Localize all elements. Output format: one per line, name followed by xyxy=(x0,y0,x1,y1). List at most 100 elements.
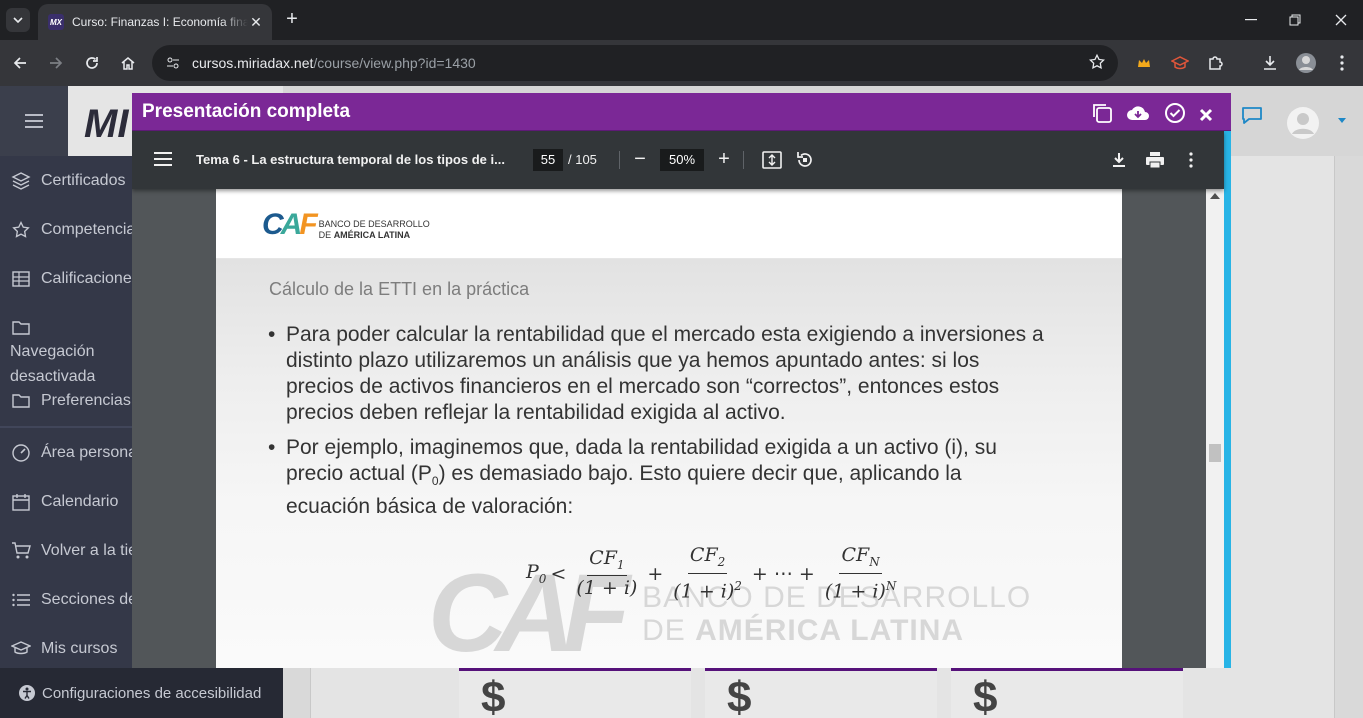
logo-line1: BANCO DE DESARROLLO xyxy=(318,219,430,229)
forward-button[interactable] xyxy=(44,51,68,75)
pdf-more-icon[interactable] xyxy=(1179,148,1203,172)
home-icon xyxy=(121,57,135,70)
address-bar[interactable]: cursos.miriadax.net/course/view.php?id=1… xyxy=(152,45,1118,81)
messages-icon[interactable] xyxy=(1240,104,1264,126)
check-circle-icon[interactable] xyxy=(1163,101,1187,125)
print-icon[interactable] xyxy=(1143,148,1167,172)
pdf-download-icon[interactable] xyxy=(1107,148,1131,172)
toolbar-divider xyxy=(743,151,744,169)
slide-page: CAF BANCO DE DESARROLLO DE AMÉRICA LATIN… xyxy=(216,189,1122,668)
pdf-document-title: Tema 6 - La estructura temporal de los t… xyxy=(196,152,505,167)
accessibility-icon xyxy=(19,685,35,701)
course-card[interactable]: $ xyxy=(951,668,1183,718)
sidebar-item-calificaciones[interactable]: Calificaciones xyxy=(10,268,140,290)
restore-button[interactable] xyxy=(1283,8,1307,32)
new-tab-button[interactable]: + xyxy=(280,8,304,32)
browser-tab-bar: MX Curso: Finanzas I: Economía financier… xyxy=(0,0,1363,40)
rotate-icon[interactable] xyxy=(793,148,817,172)
arrow-left-icon xyxy=(13,57,26,69)
pdf-viewer: Tema 6 - La estructura temporal de los t… xyxy=(132,131,1231,668)
cloud-download-icon[interactable] xyxy=(1126,101,1150,125)
arrow-right-icon xyxy=(50,57,63,69)
browser-tab-active[interactable]: MX Curso: Finanzas I: Economía financier… xyxy=(38,4,272,40)
toolbar-divider xyxy=(619,151,620,169)
table-icon xyxy=(10,268,32,290)
tab-title: Curso: Finanzas I: Economía financiera xyxy=(72,15,248,29)
caf-logo: CAF BANCO DE DESARROLLO DE AMÉRICA LATIN… xyxy=(262,209,430,241)
page-total: / 105 xyxy=(568,152,597,167)
watermark-line2: DE AMÉRICA LATINA xyxy=(642,614,965,647)
accessibility-settings[interactable]: Configuraciones de accesibilidad xyxy=(0,668,283,718)
course-card[interactable]: $ xyxy=(705,668,937,718)
sidebar-item-area-personal[interactable]: Área personal xyxy=(10,442,141,464)
course-card[interactable]: $ xyxy=(459,668,691,718)
star-icon xyxy=(10,219,32,241)
sidebar-item-mis-cursos[interactable]: Mis cursos xyxy=(10,638,117,660)
slide-bullet: • Para poder calcular la rentabilidad qu… xyxy=(268,322,1046,426)
restore-icon xyxy=(1289,14,1301,26)
sidebar-item-calendario[interactable]: Calendario xyxy=(10,491,118,513)
profile-avatar[interactable] xyxy=(1294,51,1318,75)
crown-extension-icon[interactable] xyxy=(1132,51,1156,75)
close-window-button[interactable] xyxy=(1329,8,1353,32)
zoom-in-button[interactable]: + xyxy=(713,148,735,172)
chevron-down-icon xyxy=(13,17,23,23)
modal-title: Presentación completa xyxy=(142,101,351,122)
hat-extension-icon[interactable] xyxy=(1168,51,1192,75)
reload-button[interactable] xyxy=(80,51,104,75)
bookmark-star-icon[interactable] xyxy=(1088,53,1106,71)
favicon: MX xyxy=(48,14,64,30)
close-icon xyxy=(1335,14,1347,26)
cart-icon xyxy=(10,540,32,562)
url-text: cursos.miriadax.net/course/view.php?id=1… xyxy=(192,55,476,71)
folder-icon xyxy=(10,390,32,412)
bullet-text: Por ejemplo, imaginemos que, dada la ren… xyxy=(286,436,997,519)
sidebar-item-preferencias[interactable]: Preferencias xyxy=(10,390,131,412)
scrollbar-thumb[interactable] xyxy=(1209,444,1221,462)
pdf-menu-icon[interactable] xyxy=(154,152,172,166)
pdf-page-area[interactable]: CAF BANCO DE DESARROLLO DE AMÉRICA LATIN… xyxy=(132,189,1206,668)
bullet-text: Para poder calcular la rentabilidad que … xyxy=(286,323,1044,424)
page-number-input[interactable]: 55 xyxy=(533,149,563,171)
user-menu-caret-icon[interactable] xyxy=(1338,118,1346,123)
sidebar-item-certificados[interactable]: Certificados xyxy=(10,170,125,192)
presentation-modal: Presentación completa Tema 6 - La estruc… xyxy=(132,93,1231,668)
site-info-icon[interactable] xyxy=(162,52,184,74)
close-modal-icon[interactable] xyxy=(1194,103,1218,127)
layers-icon xyxy=(10,170,32,192)
modal-header: Presentación completa xyxy=(132,93,1231,131)
browser-menu-icon[interactable] xyxy=(1330,51,1354,75)
back-button[interactable] xyxy=(8,51,32,75)
fit-page-icon[interactable] xyxy=(760,148,784,172)
graduation-cap-icon xyxy=(10,638,32,660)
site-menu-button[interactable] xyxy=(0,86,68,156)
sidebar-item-competencias[interactable]: Competencias xyxy=(10,219,143,241)
scroll-up-arrow-icon[interactable] xyxy=(1210,193,1220,199)
list-icon xyxy=(10,589,32,611)
tab-search-button[interactable] xyxy=(6,8,30,32)
calendar-icon xyxy=(10,491,32,513)
copy-icon[interactable] xyxy=(1090,101,1114,125)
accent-strip xyxy=(1224,131,1231,668)
hamburger-icon xyxy=(25,114,43,128)
download-icon[interactable] xyxy=(1258,51,1282,75)
folder-icon xyxy=(10,317,32,339)
zoom-level-input[interactable]: 50% xyxy=(660,149,704,171)
user-avatar[interactable] xyxy=(1286,106,1320,140)
valuation-formula: P0 < CF1 (1 + i) + CF2 (1 + i)2 + ⋯ + CFN(… xyxy=(526,544,897,603)
pdf-scrollbar[interactable] xyxy=(1206,189,1224,668)
sidebar-item-navegacion[interactable]: Navegación desactivada xyxy=(10,317,150,389)
caf-logo-mark: CAF xyxy=(262,208,318,241)
slide-heading: Cálculo de la ETTI en la práctica xyxy=(269,279,530,299)
pdf-toolbar: Tema 6 - La estructura temporal de los t… xyxy=(132,131,1224,189)
tab-close-icon[interactable]: ✕ xyxy=(248,14,264,30)
dashboard-icon xyxy=(10,442,32,464)
home-button[interactable] xyxy=(116,51,140,75)
slide-bullet: • Por ejemplo, imaginemos que, dada la r… xyxy=(268,435,1046,520)
logo-line2: DE AMÉRICA LATINA xyxy=(318,230,411,240)
extensions-puzzle-icon[interactable] xyxy=(1204,51,1228,75)
minimize-button[interactable] xyxy=(1239,8,1263,32)
zoom-out-button[interactable]: − xyxy=(629,148,651,172)
reload-icon xyxy=(86,57,98,69)
minimize-icon xyxy=(1245,19,1257,21)
